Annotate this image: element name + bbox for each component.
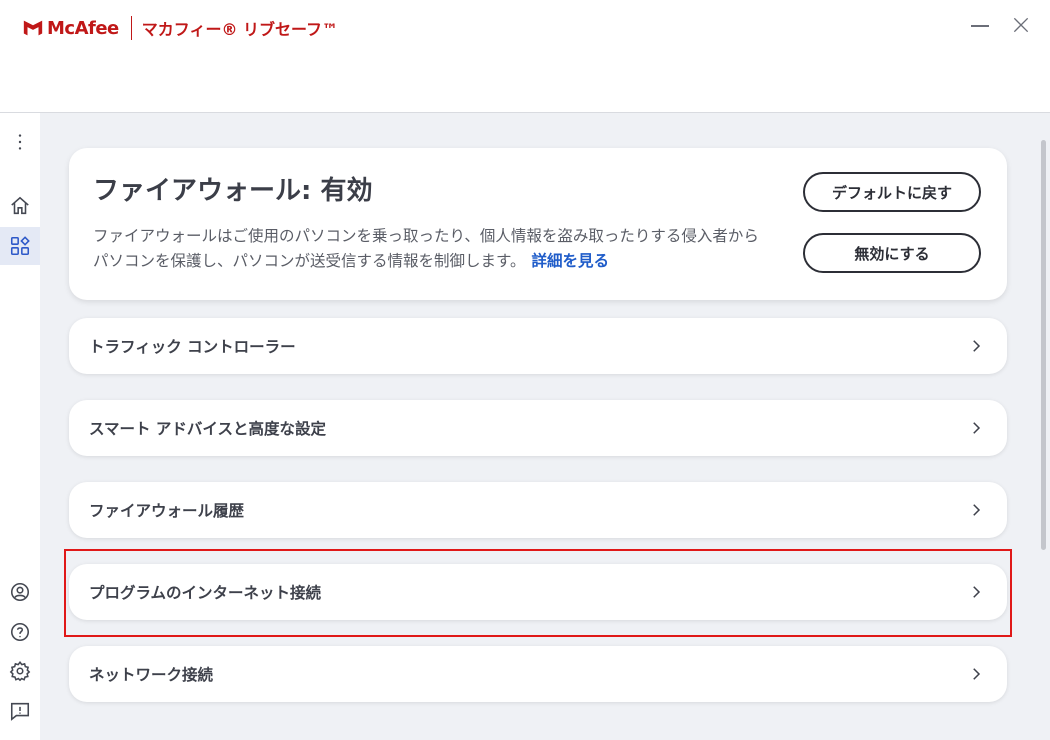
disable-button[interactable]: 無効にする (803, 233, 981, 273)
sidebar (0, 113, 40, 740)
settings-icon (9, 661, 31, 682)
chevron-right-icon (967, 419, 985, 437)
row-smart-advice[interactable]: スマート アドバイスと高度な設定 (69, 400, 1007, 456)
more-vert-icon (18, 134, 22, 150)
row-network-connections[interactable]: ネットワーク接続 (69, 646, 1007, 702)
chevron-right-icon (967, 501, 985, 519)
page-title: ファイアウォール: 有効 (93, 176, 373, 206)
home-icon (11, 196, 29, 215)
product-name: マカフィー® リブセーフ™ (141, 20, 339, 39)
highlight-box (64, 549, 1012, 637)
minimize-icon (971, 25, 989, 27)
row-label: ネットワーク接続 (89, 666, 214, 684)
close-button[interactable] (1008, 12, 1034, 38)
chevron-right-icon (967, 337, 985, 355)
help-icon (10, 622, 30, 642)
row-traffic-controller[interactable]: トラフィック コントローラー (69, 318, 1007, 374)
apps-icon (10, 236, 30, 256)
learn-more-link[interactable]: 詳細を見る (531, 252, 609, 270)
chevron-right-icon (967, 665, 985, 683)
mcafee-shield-icon (23, 20, 43, 36)
firewall-description-text: ファイアウォールはご使用のパソコンを乗っ取ったり、個人情報を盗み取ったりする侵入… (93, 227, 759, 270)
close-icon (1013, 17, 1029, 33)
scrollbar[interactable] (1041, 140, 1046, 550)
sidebar-item-settings[interactable] (0, 652, 40, 690)
title-bar: McAfee マカフィー® リブセーフ™ (0, 0, 1050, 113)
feedback-icon (10, 702, 30, 721)
sidebar-item-feedback[interactable] (0, 692, 40, 730)
account-icon (10, 582, 30, 602)
row-firewall-history[interactable]: ファイアウォール履歴 (69, 482, 1007, 538)
sidebar-item-help[interactable] (0, 613, 40, 651)
sidebar-item-apps[interactable] (0, 227, 40, 265)
mcafee-logo: McAfee マカフィー® リブセーフ™ (22, 16, 338, 40)
minimize-button[interactable] (967, 12, 993, 38)
brand-name: McAfee (47, 17, 119, 39)
firewall-description: ファイアウォールはご使用のパソコンを乗っ取ったり、個人情報を盗み取ったりする侵入… (93, 224, 773, 274)
sidebar-item-home[interactable] (0, 187, 40, 225)
sidebar-item-account[interactable] (0, 573, 40, 611)
row-label: トラフィック コントローラー (89, 338, 296, 356)
row-label: スマート アドバイスと高度な設定 (89, 420, 326, 438)
title-divider (130, 16, 132, 40)
firewall-status-card: ファイアウォール: 有効 ファイアウォールはご使用のパソコンを乗っ取ったり、個人… (69, 148, 1007, 300)
row-label: ファイアウォール履歴 (89, 502, 245, 520)
restore-default-button[interactable]: デフォルトに戻す (803, 172, 981, 212)
sidebar-menu-button[interactable] (0, 123, 40, 161)
